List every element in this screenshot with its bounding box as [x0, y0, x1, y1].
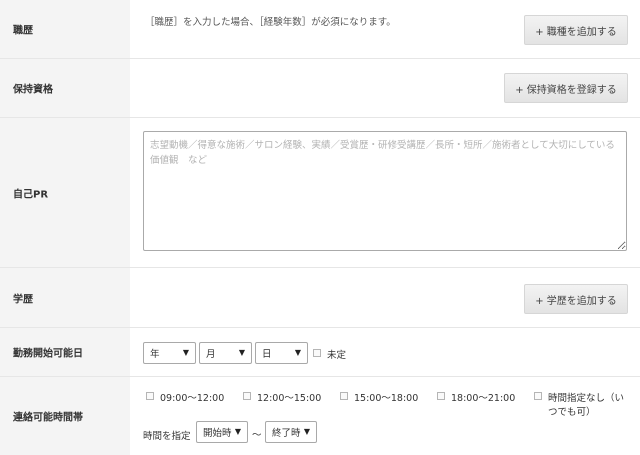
education-row: 学歴 + 学歴を追加する: [0, 268, 640, 328]
contact-time-label: 連絡可能時間帯: [13, 412, 83, 424]
start-time-select[interactable]: 開始時 ▼: [196, 421, 248, 443]
self-pr-label: 自己PR: [13, 189, 49, 200]
self-pr-label-cell: 自己PR: [0, 118, 130, 267]
specify-time-label: 時間を指定: [143, 431, 191, 442]
end-time-select[interactable]: 終了時 ▼: [265, 421, 317, 443]
education-label: 学歴: [13, 294, 33, 305]
time-slot-checkbox-1[interactable]: [146, 392, 154, 400]
time-slot-checkbox-2[interactable]: [243, 392, 251, 400]
career-label: 職歴: [13, 25, 33, 37]
add-career-button[interactable]: + 職種を追加する: [524, 15, 628, 45]
time-range-tilde: 〜: [252, 430, 262, 441]
anytime-label-line1: 時間指定なし（い: [548, 393, 625, 404]
career-row: 職歴 ［職歴］を入力した場合、［経験年数］が必須になります。 + 職種を追加する: [0, 0, 640, 59]
anytime-checkbox[interactable]: [534, 392, 542, 400]
start-day-value: 日: [262, 349, 272, 360]
qualifications-label-cell: 保持資格: [0, 59, 130, 117]
add-education-button[interactable]: + 学歴を追加する: [524, 284, 628, 314]
time-slot-label-2: 12:00〜15:00: [257, 393, 322, 404]
chevron-down-icon: ▼: [303, 427, 310, 436]
start-date-label-cell: 勤務開始可能日: [0, 328, 130, 376]
chevron-down-icon: ▼: [238, 348, 245, 357]
end-time-value: 終了時: [272, 428, 301, 439]
start-day-select[interactable]: 日 ▼: [255, 342, 308, 364]
start-month-value: 月: [206, 349, 216, 360]
qualifications-label: 保持資格: [13, 84, 53, 96]
start-year-value: 年: [150, 349, 160, 360]
contact-time-label-cell: 連絡可能時間帯: [0, 377, 130, 455]
chevron-down-icon: ▼: [294, 348, 301, 357]
self-pr-textarea[interactable]: [143, 131, 627, 251]
time-slot-checkbox-3[interactable]: [340, 392, 348, 400]
undecided-checkbox[interactable]: [313, 349, 321, 357]
start-month-select[interactable]: 月 ▼: [199, 342, 252, 364]
application-form: 職歴 ［職歴］を入力した場合、［経験年数］が必須になります。 + 職種を追加する…: [0, 0, 640, 455]
career-note: ［職歴］を入力した場合、［経験年数］が必須になります。: [145, 17, 396, 28]
chevron-down-icon: ▼: [182, 348, 189, 357]
add-qualification-button[interactable]: + 保持資格を登録する: [504, 73, 628, 103]
start-year-select[interactable]: 年 ▼: [143, 342, 196, 364]
start-date-row: 勤務開始可能日 年 ▼ 月 ▼ 日 ▼ 未定: [0, 328, 640, 377]
education-label-cell: 学歴: [0, 268, 130, 327]
chevron-down-icon: ▼: [234, 427, 241, 436]
contact-time-row: 連絡可能時間帯 09:00〜12:00 12:00〜15:00 15:00〜18…: [0, 377, 640, 455]
undecided-label: 未定: [327, 350, 347, 361]
self-pr-row: 自己PR: [0, 118, 640, 268]
qualifications-row: 保持資格 + 保持資格を登録する: [0, 59, 640, 118]
time-slot-label-1: 09:00〜12:00: [160, 393, 225, 404]
time-slot-checkbox-4[interactable]: [437, 392, 445, 400]
career-label-cell: 職歴: [0, 0, 130, 58]
start-date-label: 勤務開始可能日: [13, 348, 83, 360]
start-time-value: 開始時: [203, 428, 232, 439]
anytime-label-line2: つでも可）: [548, 407, 596, 418]
time-slot-label-3: 15:00〜18:00: [354, 393, 419, 404]
time-slot-label-4: 18:00〜21:00: [451, 393, 516, 404]
